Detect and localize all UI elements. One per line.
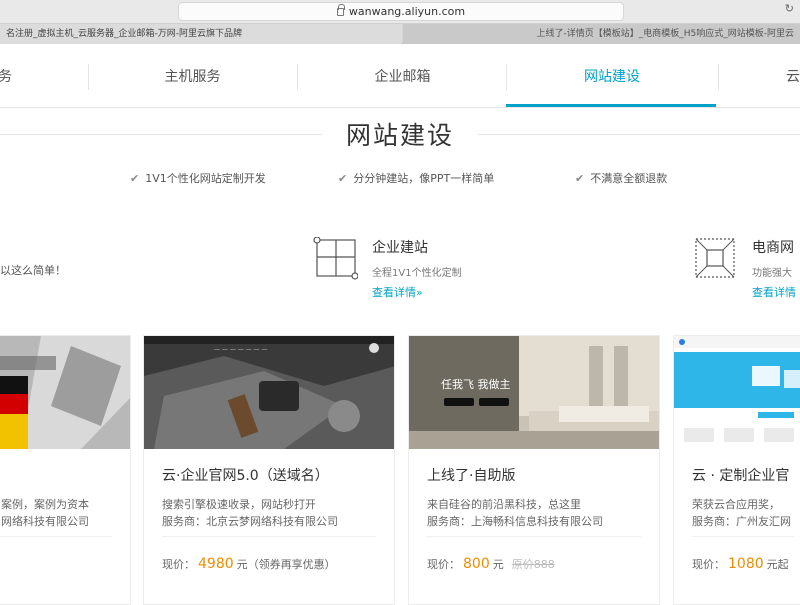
browser-toolbar: wanwang.aliyun.com ↻ <box>0 0 800 24</box>
price-value: 800 <box>463 556 490 572</box>
card-divider <box>692 536 794 537</box>
nav-item-partial[interactable]: 务 <box>0 44 20 108</box>
product-price: 现价： 1080 元起 <box>692 556 789 572</box>
product-desc-line: 荣获云合应用奖， <box>692 498 780 511</box>
check-icon: ✔ <box>338 172 348 185</box>
enterprise-service-title: 企业建站 <box>372 240 428 256</box>
ecommerce-details-link[interactable]: 查看详情 <box>752 284 796 300</box>
feature-custom-dev: ✔ 1V1个性化网站定制开发 <box>130 170 266 186</box>
feature-text: 分分钟建站，像PPT一样简单 <box>353 172 495 185</box>
product-thumbnail <box>674 336 800 449</box>
original-price: 原价888 <box>511 558 555 571</box>
product-desc-line: 案例，案例为资本 <box>1 498 89 511</box>
price-unit: 元起 <box>766 558 789 571</box>
product-card[interactable]: — — — — — — — 云·企业官网5.0（送域名） 搜索引擎极速收录，网站… <box>143 335 395 605</box>
tab-aliyun-home[interactable]: 名注册_虚拟主机_云服务器_企业邮箱-万网-阿里云旗下品牌 <box>0 24 402 44</box>
enterprise-service-subtitle: 全程1V1个性化定制 <box>372 268 462 279</box>
product-desc: 搜索引擎极速收录，网站秒打开服务商：北京云梦网络科技有限公司 <box>162 496 338 530</box>
nav-item-email[interactable]: 企业邮箱 <box>300 44 505 108</box>
ecommerce-service-title: 电商网 <box>752 240 794 256</box>
feature-refund: ✔ 不满意全额退款 <box>575 170 667 186</box>
product-desc-line: 搜索引擎极速收录，网站秒打开 <box>162 498 316 511</box>
product-thumbnail: — — — — — — — <box>144 336 394 449</box>
card-divider <box>0 536 112 537</box>
nav-divider <box>506 64 507 90</box>
section-title: 网站建设 <box>345 121 454 150</box>
nav-item-website-building[interactable]: 网站建设 <box>508 44 716 108</box>
product-desc-line: 来自硅谷的前沿黑科技，总这里 <box>427 498 581 511</box>
product-title[interactable]: 云·企业官网5.0（送域名） <box>162 465 329 485</box>
price-note: （领券再享优惠） <box>247 558 336 571</box>
nav-item-hosting[interactable]: 主机服务 <box>90 44 295 108</box>
check-icon: ✔ <box>130 172 140 185</box>
service-desc-partial: 以这么简单！ <box>0 264 66 277</box>
svg-text:— — — — — — —: — — — — — — — <box>214 346 267 353</box>
tab-bar: 名注册_虚拟主机_云服务器_企业邮箱-万网-阿里云旗下品牌 × 上线了-详情页【… <box>0 24 800 44</box>
site-nav: 务 主机服务 企业邮箱 网站建设 云 <box>0 44 800 108</box>
product-vendor: 服务商：上海畅科信息科技有限公司 <box>427 515 603 528</box>
product-title[interactable]: 上线了·自助版 <box>427 465 515 485</box>
product-vendor: 服务商：广州友汇网 <box>692 515 791 528</box>
price-value: 4980 <box>198 556 234 572</box>
product-price: 现价： 4980 元（领券再享优惠） <box>162 556 336 572</box>
enterprise-details-link[interactable]: 查看详情» <box>372 284 423 300</box>
product-vendor: 服务商：北京云梦网络科技有限公司 <box>162 515 338 528</box>
address-bar[interactable]: wanwang.aliyun.com <box>178 2 624 21</box>
product-thumbnail <box>409 336 659 449</box>
tab-template-detail[interactable]: 上线了-详情页【模板站】_电商模板_H5响应式_网站模板-阿里云 <box>403 24 800 44</box>
tab-title: 上线了-详情页【模板站】_电商模板_H5响应式_网站模板-阿里云 <box>536 29 795 39</box>
active-tab-indicator <box>506 104 716 107</box>
check-icon: ✔ <box>575 172 585 185</box>
product-desc: 案例，案例为资本 网络科技有限公司 <box>1 496 89 530</box>
price-label: 现价： <box>427 558 460 571</box>
product-desc: 荣获云合应用奖， 服务商：广州友汇网 <box>692 496 791 530</box>
price-label: 现价： <box>162 558 195 571</box>
product-desc: 来自硅谷的前沿黑科技，总这里服务商：上海畅科信息科技有限公司 <box>427 496 603 530</box>
lock-icon <box>336 4 345 16</box>
price-label: 现价： <box>692 558 725 571</box>
url-text: wanwang.aliyun.com <box>348 5 466 18</box>
card-divider <box>427 536 641 537</box>
card-divider <box>162 536 376 537</box>
nav-divider <box>88 64 89 90</box>
feature-text: 1V1个性化网站定制开发 <box>145 172 266 185</box>
nav-divider <box>297 64 298 90</box>
nav-divider <box>718 64 719 90</box>
price-unit: 元 <box>492 558 504 571</box>
thumbnail-slogan: 任我飞 我做主 <box>441 378 511 391</box>
reload-icon[interactable]: ↻ <box>785 3 794 15</box>
feature-text: 不满意全额退款 <box>590 172 668 185</box>
product-card[interactable]: 任我飞 我做主 上线了·自助版 来自硅谷的前沿黑科技，总这里服务商：上海畅科信息… <box>408 335 660 605</box>
enterprise-site-icon <box>313 237 358 280</box>
ecommerce-site-icon <box>695 238 735 278</box>
feature-fast-build: ✔ 分分钟建站，像PPT一样简单 <box>338 170 494 186</box>
product-thumbnail <box>0 336 130 449</box>
product-vendor: 网络科技有限公司 <box>1 515 89 528</box>
price-unit: 元 <box>236 558 248 571</box>
tab-title: 名注册_虚拟主机_云服务器_企业邮箱-万网-阿里云旗下品牌 <box>6 29 242 39</box>
product-price: 现价： 800 元原价888 <box>427 556 555 572</box>
nav-item-cloud[interactable]: 云 <box>778 44 800 108</box>
product-card[interactable]: 案例，案例为资本 网络科技有限公司 <box>0 335 131 605</box>
product-card[interactable]: 云 · 定制企业官 荣获云合应用奖， 服务商：广州友汇网 现价： 1080 元起 <box>673 335 800 605</box>
product-title[interactable]: 云 · 定制企业官 <box>692 465 789 485</box>
price-value: 1080 <box>728 556 764 572</box>
ecommerce-service-subtitle: 功能强大 <box>752 268 792 279</box>
